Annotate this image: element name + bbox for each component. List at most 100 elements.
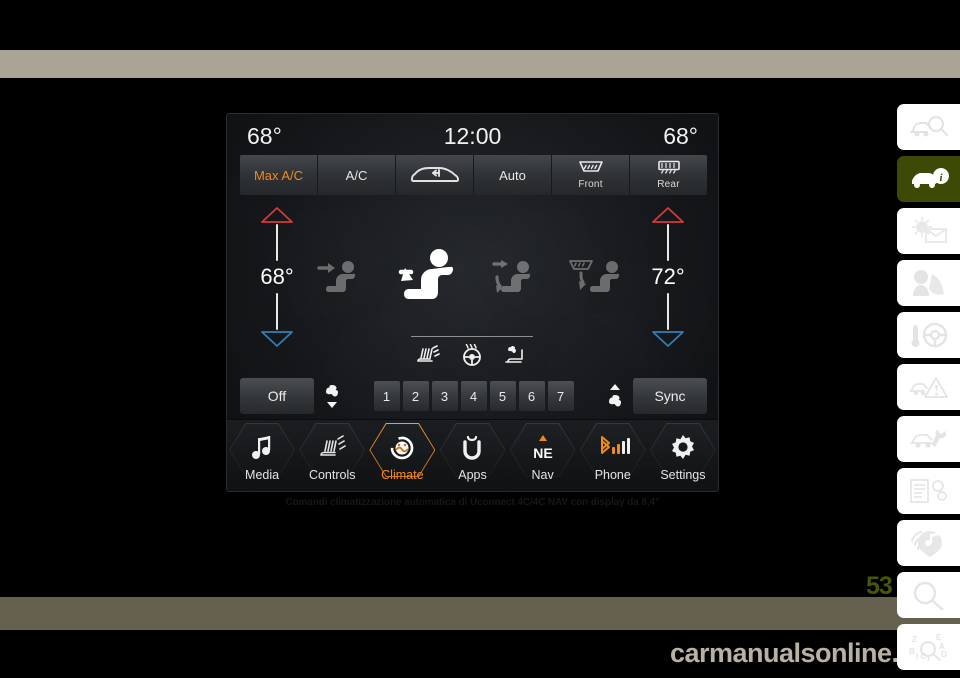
passenger-temperature-control: 72°: [631, 206, 705, 376]
compass-ne-icon: NE: [526, 431, 560, 465]
svg-text:NE: NE: [533, 445, 552, 461]
screen-header: 68° 12:00 68°: [227, 118, 718, 154]
tab-service-maintenance[interactable]: [897, 416, 960, 462]
comfort-divider: [410, 336, 533, 337]
fan-speed-3[interactable]: 3: [431, 381, 458, 411]
nav-label-phone: Phone: [594, 468, 631, 482]
svg-text:B: B: [909, 647, 915, 656]
temp-tick: [276, 224, 278, 261]
front-defrost-label: Front: [578, 179, 603, 190]
passenger-temp-down-button[interactable]: [651, 330, 685, 348]
passenger-temperature-value: 72°: [651, 264, 685, 289]
driver-temperature-control: 68°: [240, 206, 314, 376]
recirculation-button[interactable]: [396, 155, 474, 195]
svg-text:I C: I C: [916, 652, 926, 661]
max-ac-label: Max A/C: [253, 167, 304, 183]
heated-steering-wheel-icon[interactable]: [460, 343, 484, 371]
tab-starting-driving[interactable]: [897, 312, 960, 358]
site-watermark: carmanualsonline.info: [669, 638, 947, 668]
fan-speed-2[interactable]: 2: [402, 381, 429, 411]
driver-temp-up-button[interactable]: [260, 206, 294, 224]
bottom-decorative-band: [0, 597, 960, 630]
mode-feet-icon[interactable]: [490, 255, 544, 308]
header-left-temperature: 68°: [247, 122, 282, 149]
front-defrost-icon: [578, 160, 604, 178]
nav-label-controls: Controls: [308, 468, 356, 482]
nav-item-media[interactable]: Media: [227, 420, 297, 491]
tab-vehicle-search[interactable]: [897, 104, 960, 150]
fan-speed-5[interactable]: 5: [489, 381, 516, 411]
temp-tick: [667, 293, 669, 330]
tab-specifications[interactable]: [897, 468, 960, 514]
blower-off-button[interactable]: Off: [240, 378, 314, 414]
svg-text:D: D: [941, 650, 947, 659]
front-defrost-button[interactable]: Front: [552, 155, 630, 195]
tab-safety-airbag[interactable]: [897, 260, 960, 306]
sync-label: Sync: [654, 388, 686, 404]
recirculation-car-icon: [408, 162, 462, 189]
fan-increase-icon[interactable]: [597, 381, 633, 411]
fan-speed-7[interactable]: 7: [547, 381, 574, 411]
tab-multimedia-mail[interactable]: [897, 208, 960, 254]
bluetooth-signal-icon: [594, 431, 632, 465]
rear-defrost-icon: [657, 160, 681, 178]
uconnect-screen: 68° 12:00 68° Max A/C A/C Auto Front Rea…: [226, 113, 719, 492]
ac-button[interactable]: A/C: [318, 155, 396, 195]
fan-speed-6[interactable]: 6: [518, 381, 545, 411]
climate-top-button-strip: Max A/C A/C Auto Front Rear: [240, 155, 707, 195]
header-right-temperature: 68°: [663, 122, 698, 149]
tab-index[interactable]: ZEB AI CDT: [897, 624, 960, 670]
sync-button[interactable]: Sync: [633, 378, 707, 414]
nav-item-apps[interactable]: Apps: [437, 420, 507, 491]
fan-speed-1[interactable]: 1: [373, 381, 400, 411]
page-number: 53: [866, 572, 893, 600]
tab-multimedia[interactable]: [897, 520, 960, 566]
heated-seat-icon[interactable]: [414, 344, 440, 371]
music-note-icon: [251, 431, 273, 465]
nav-label-nav: Nav: [531, 468, 554, 482]
tab-vehicle-info[interactable]: i: [897, 156, 960, 202]
mode-defrost-and-feet-icon[interactable]: [567, 255, 633, 308]
top-decorative-band: [0, 50, 960, 78]
mode-face-icon[interactable]: [315, 255, 369, 308]
auto-label: Auto: [499, 167, 526, 183]
driver-temperature-value: 68°: [260, 264, 294, 289]
nav-item-controls[interactable]: Controls: [297, 420, 367, 491]
ventilated-seat-icon[interactable]: [503, 344, 529, 371]
nav-item-phone[interactable]: Phone: [578, 420, 648, 491]
bottom-nav-bar: Media Controls Climate Apps NE Nav Phone…: [227, 419, 718, 491]
fan-speed-4[interactable]: 4: [460, 381, 487, 411]
ac-label: A/C: [345, 167, 368, 183]
nav-item-nav[interactable]: NE Nav: [508, 420, 578, 491]
chapter-tab-rail: i Z E B A I C D T: [897, 104, 960, 670]
tab-search[interactable]: [897, 572, 960, 618]
rear-defrost-label: Rear: [657, 179, 680, 190]
fan-decrease-icon[interactable]: [314, 381, 350, 411]
figure-caption: Comandi climatizzazione automatica di Uc…: [285, 497, 660, 508]
heated-seat-controls-icon: [318, 431, 347, 465]
off-label: Off: [267, 388, 287, 404]
airflow-mode-row: [315, 242, 633, 320]
mode-face-and-feet-icon[interactable]: [392, 246, 468, 317]
header-clock: 12:00: [443, 122, 502, 149]
auto-button[interactable]: Auto: [474, 155, 552, 195]
nav-item-climate[interactable]: Climate: [367, 420, 437, 491]
climate-fan-icon: [387, 431, 417, 465]
nav-label-settings: Settings: [660, 468, 706, 482]
manual-page: 53 carmanualsonline.info i Z E B A I C D…: [0, 0, 960, 678]
svg-text:Z: Z: [912, 635, 917, 644]
temp-tick: [667, 224, 669, 261]
nav-item-settings[interactable]: Settings: [648, 420, 718, 491]
svg-text:E: E: [936, 633, 942, 642]
seat-comfort-row: [408, 336, 535, 371]
driver-temp-down-button[interactable]: [260, 330, 294, 348]
fan-control-row: Off 1 2 3 4 5 6 7 Sync: [240, 376, 707, 416]
tab-emergency[interactable]: [897, 364, 960, 410]
nav-label-climate: Climate: [381, 468, 424, 482]
temp-tick: [276, 293, 278, 330]
rear-defrost-button[interactable]: Rear: [630, 155, 707, 195]
nav-label-apps: Apps: [458, 468, 487, 482]
passenger-temp-up-button[interactable]: [651, 206, 685, 224]
nav-label-media: Media: [245, 468, 280, 482]
max-ac-button[interactable]: Max A/C: [240, 155, 318, 195]
